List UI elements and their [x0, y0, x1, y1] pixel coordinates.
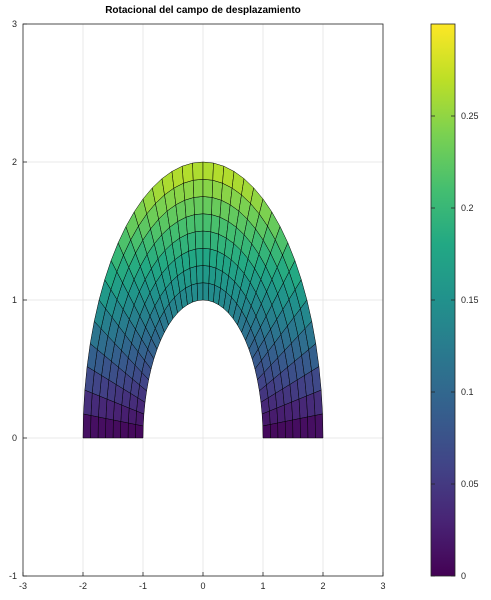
x-tick-label: 2	[320, 581, 325, 591]
mesh-cell	[202, 265, 210, 284]
mesh-cell	[262, 424, 271, 439]
mesh-cell	[284, 419, 294, 439]
mesh-cell	[202, 282, 210, 301]
mesh-cell	[120, 421, 129, 439]
colorbar-tick-label: 0.1	[461, 387, 474, 397]
y-tick-label: 2	[12, 157, 17, 167]
mesh-cell	[105, 398, 115, 421]
mesh-cell	[202, 178, 214, 198]
x-tick-label: -3	[19, 581, 27, 591]
mesh-cell	[211, 179, 223, 201]
mesh-cell	[188, 248, 197, 269]
figure: Rotacional del campo de desplazamiento -…	[0, 0, 491, 600]
mesh-cell	[181, 162, 194, 184]
colorbar-tick-label: 0.15	[461, 295, 479, 305]
colorbar-tick-label: 0.05	[461, 479, 479, 489]
mesh-cell	[298, 395, 308, 419]
y-tick-label: -1	[9, 571, 17, 581]
mesh-cell	[283, 401, 293, 422]
mesh-cell	[292, 418, 301, 439]
mesh-cell	[313, 389, 323, 416]
mesh-cell	[187, 231, 197, 252]
mesh-cell	[202, 161, 214, 181]
colorbar-tick-label: 0	[461, 571, 466, 581]
mesh-cell	[307, 415, 316, 439]
mesh-cell	[192, 178, 204, 198]
mesh-cell	[269, 407, 278, 425]
mesh-cell	[202, 196, 213, 215]
mesh-cell	[277, 421, 286, 439]
mesh-cell	[194, 230, 204, 250]
x-tick-label: 3	[380, 581, 385, 591]
x-tick-label: 0	[200, 581, 205, 591]
mesh-cell	[98, 395, 108, 419]
x-tick-label: -1	[139, 581, 147, 591]
mesh-cell	[276, 404, 286, 424]
mesh-cell	[97, 416, 107, 439]
mesh-cell	[90, 415, 99, 439]
mesh-cell	[314, 413, 324, 439]
mesh-cell	[261, 410, 271, 427]
x-tick-label: -2	[79, 581, 87, 591]
mesh-cell	[184, 197, 195, 218]
mesh-cell	[202, 213, 212, 233]
mesh-cell	[127, 422, 137, 439]
mesh-cell	[185, 214, 196, 235]
plot-area: -3 -2 -1 0 1 2 3 -1 0 1 2 3	[9, 19, 386, 591]
y-tick-label: 3	[12, 19, 17, 29]
mesh-cell	[202, 247, 211, 267]
mesh-cell	[191, 283, 199, 303]
mesh-cell	[194, 213, 204, 233]
mesh-cell	[112, 419, 122, 439]
mesh-cell	[189, 265, 198, 286]
mesh-cell	[196, 282, 204, 301]
mesh-cell	[299, 416, 309, 439]
colorbar-tick-label: 0.2	[461, 203, 474, 213]
chart-title: Rotacional del campo de desplazamiento	[105, 5, 301, 16]
mesh-cell	[135, 424, 144, 439]
mesh-cell	[105, 418, 114, 439]
mesh-cell	[192, 161, 204, 181]
mesh-cell	[83, 389, 93, 416]
y-tick-label: 1	[12, 295, 17, 305]
mesh-cell	[183, 179, 195, 201]
x-tick-label: 1	[260, 581, 265, 591]
y-tick-label: 0	[12, 433, 17, 443]
mesh-cell	[211, 197, 222, 218]
mesh-cell	[196, 265, 204, 284]
mesh-cell	[210, 214, 221, 235]
mesh-cell	[82, 413, 92, 439]
mesh-cell	[291, 398, 301, 421]
mesh-cell	[269, 422, 279, 439]
mesh-cell	[195, 247, 204, 267]
mesh-cell	[113, 401, 123, 422]
colorbar-tick-label: 0.25	[461, 111, 479, 121]
mesh-cell	[202, 230, 212, 250]
mesh-cell	[212, 162, 225, 184]
mesh-cell	[193, 196, 204, 215]
